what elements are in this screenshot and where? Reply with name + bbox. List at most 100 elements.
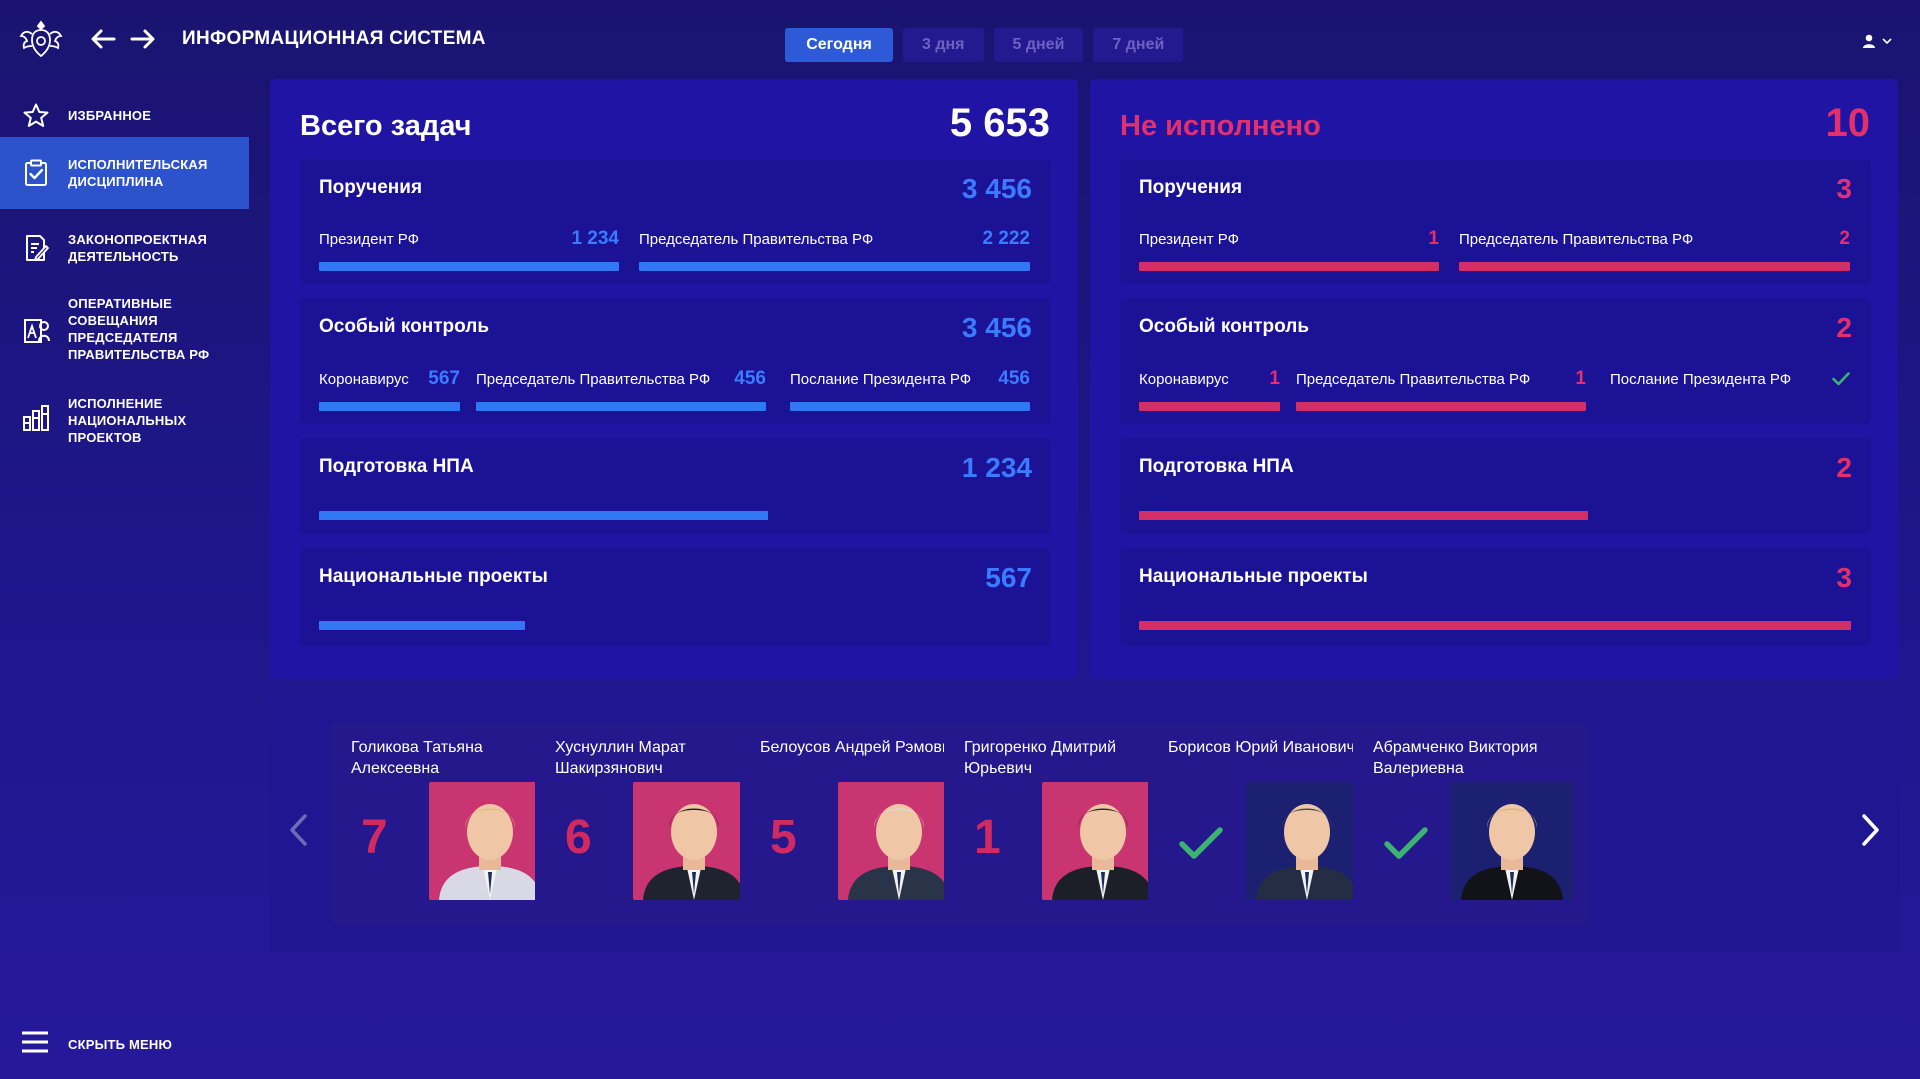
official-card[interactable]: Хуснуллин Марат Шакирзянович 6: [535, 722, 773, 925]
overdue-count: 5: [770, 811, 797, 864]
official-photo: [838, 782, 960, 900]
sub-value: 1 234: [571, 228, 619, 249]
progress-track: [319, 621, 1031, 630]
back-arrow-icon[interactable]: [88, 24, 118, 54]
card-value: 3: [1836, 173, 1852, 204]
sub-item[interactable]: Послание Президента РФ 456: [790, 368, 1030, 411]
star-icon: [23, 103, 49, 127]
sub-value: 1: [1269, 368, 1280, 389]
sidebar-item-favorites[interactable]: ИЗБРАННОЕ: [0, 88, 249, 144]
progress-bar: [639, 262, 1030, 271]
sidebar-item-executive-discipline[interactable]: ИСПОЛНИТЕЛЬСКАЯ ДИСЦИПЛИНА: [0, 137, 249, 209]
sub-item[interactable]: Послание Президента РФ: [1610, 371, 1850, 411]
sidebar-item-meetings[interactable]: ОПЕРАТИВНЫЕ СОВЕЩАНИЯ ПРЕДСЕДАТЕЛЯ ПРАВИ…: [0, 288, 249, 373]
coat-of-arms-icon: [19, 20, 63, 58]
official-photo: [633, 782, 755, 900]
official-name: Белоусов Андрей Рэмович: [760, 739, 960, 756]
clipboard-check-icon: [25, 159, 47, 186]
top-bar: ИНФОРМАЦИОННАЯ СИСТЕМА Сегодня 3 дня 5 д…: [0, 0, 1920, 78]
unfulfilled-panel: Не исполнено 10 Поручения 3 Президент РФ…: [1090, 79, 1898, 679]
sidebar-item-legislative[interactable]: ЗАКОНОПРОЕКТНАЯ ДЕЯТЕЛЬНОСТЬ: [0, 213, 249, 283]
sub-label: Президент РФ: [1139, 231, 1240, 248]
sub-label: Коронавирус: [1139, 371, 1229, 388]
progress-bar: [1139, 262, 1439, 271]
chevron-left-icon: [290, 814, 307, 846]
sub-item[interactable]: Председатель Правительства РФ 2 222: [639, 228, 1030, 271]
card-npa-preparation[interactable]: Подготовка НПА 2: [1120, 438, 1871, 534]
progress-bar: [1296, 402, 1586, 411]
progress-bar: [319, 621, 526, 630]
official-card[interactable]: Григоренко Дмитрий Юрьевич 1: [944, 722, 1182, 925]
sidebar-item-label: ИСПОЛНИТЕЛЬСКАЯ ДИСЦИПЛИНА: [68, 157, 208, 189]
sub-label: Председатель Правительства РФ: [476, 371, 711, 388]
sub-value: 456: [998, 368, 1030, 389]
sub-item[interactable]: Председатель Правительства РФ 2: [1459, 228, 1850, 271]
tab-3-days[interactable]: 3 дня: [903, 28, 984, 62]
sidebar-item-national-projects[interactable]: ИСПОЛНЕНИЕ НАЦИОНАЛЬНЫХ ПРОЕКТОВ: [0, 383, 249, 453]
sub-item[interactable]: Председатель Правительства РФ 1: [1296, 368, 1586, 411]
official-name: Борисов Юрий Иванович: [1168, 739, 1355, 756]
unfulfilled-value: 10: [1825, 101, 1871, 145]
official-card[interactable]: Белоусов Андрей Рэмович 5: [740, 722, 978, 925]
chevron-right-icon: [1862, 814, 1879, 846]
sub-label: Президент РФ: [319, 231, 420, 248]
official-name: Голикова Татьяна Алексеевна: [351, 739, 483, 777]
checkmark-icon: [1384, 827, 1428, 859]
sub-item[interactable]: Коронавирус 1: [1139, 368, 1280, 411]
card-special-control[interactable]: Особый контроль 3 456 Коронавирус 567 Пр…: [300, 298, 1051, 424]
progress-bar: [1139, 402, 1280, 411]
tab-5-days[interactable]: 5 дней: [993, 28, 1084, 62]
sub-label: Председатель Правительства РФ: [1459, 231, 1694, 248]
app-title: ИНФОРМАЦИОННАЯ СИСТЕМА: [182, 28, 486, 49]
progress-bar: [1459, 262, 1850, 271]
official-card[interactable]: Голикова Татьяна Алексеевна 7: [331, 722, 569, 925]
sub-item[interactable]: Председатель Правительства РФ 456: [476, 368, 766, 411]
bar-chart-icon: [23, 405, 49, 431]
total-tasks-panel: Всего задач 5 653 Поручения 3 456 Презид…: [270, 79, 1078, 679]
hamburger-menu-icon: [22, 1031, 48, 1053]
progress-bar: [1139, 621, 1851, 630]
forward-arrow-icon[interactable]: [128, 24, 158, 54]
card-orders[interactable]: Поручения 3 Президент РФ 1 Председатель …: [1120, 159, 1871, 284]
card-national-projects[interactable]: Национальные проекты 3: [1120, 548, 1871, 646]
card-npa-preparation[interactable]: Подготовка НПА 1 234: [300, 438, 1051, 534]
card-national-projects[interactable]: Национальные проекты 567: [300, 548, 1051, 646]
user-icon: [1863, 34, 1875, 48]
hide-menu-button[interactable]: СКРЫТЬ МЕНЮ: [0, 1024, 249, 1064]
progress-bar: [476, 402, 766, 411]
hide-menu-label: СКРЫТЬ МЕНЮ: [68, 1037, 173, 1052]
overdue-count: 7: [361, 811, 388, 864]
card-title: Подготовка НПА: [319, 456, 474, 477]
sub-value: 567: [428, 368, 460, 389]
document-edit-icon: [26, 235, 49, 261]
sub-item[interactable]: Президент РФ 1: [1139, 228, 1439, 271]
overdue-count: 6: [565, 811, 592, 864]
official-photo: [1042, 782, 1164, 900]
sub-value: 2: [1839, 228, 1850, 249]
sub-item[interactable]: Коронавирус 567: [319, 368, 460, 411]
carousel-next-button[interactable]: [1855, 810, 1885, 850]
carousel-prev-button[interactable]: [284, 810, 314, 850]
card-title: Национальные проекты: [319, 566, 548, 587]
period-tabs: Сегодня 3 дня 5 дней 7 дней: [785, 28, 1184, 62]
card-orders[interactable]: Поручения 3 456 Президент РФ 1 234 Предс…: [300, 159, 1051, 284]
sub-label: Председатель Правительства РФ: [639, 231, 874, 248]
official-photo: [1451, 782, 1573, 900]
tab-7-days[interactable]: 7 дней: [1093, 28, 1184, 62]
card-special-control[interactable]: Особый контроль 2 Коронавирус 1 Председа…: [1120, 298, 1871, 424]
sub-value: 456: [734, 368, 766, 389]
meeting-icon: [24, 319, 50, 343]
card-value: 2: [1836, 452, 1852, 483]
tab-today[interactable]: Сегодня: [785, 28, 893, 62]
sidebar-item-label: ИЗБРАННОЕ: [68, 108, 152, 123]
official-card[interactable]: Абрамченко Виктория Валериевна: [1353, 722, 1591, 925]
overdue-count: 1: [974, 811, 1001, 864]
sidebar: ИЗБРАННОЕ ИСПОЛНИТЕЛЬСКАЯ ДИСЦИПЛИНА ЗАК…: [0, 78, 250, 1079]
official-card[interactable]: Борисов Юрий Иванович: [1148, 722, 1386, 925]
user-menu[interactable]: [1862, 34, 1892, 48]
sidebar-item-label: ЗАКОНОПРОЕКТНАЯ ДЕЯТЕЛЬНОСТЬ: [68, 232, 208, 264]
card-value: 3 456: [961, 173, 1032, 204]
sub-item[interactable]: Президент РФ 1 234: [319, 228, 619, 271]
official-photo: [429, 782, 551, 900]
card-value: 2: [1836, 312, 1852, 343]
